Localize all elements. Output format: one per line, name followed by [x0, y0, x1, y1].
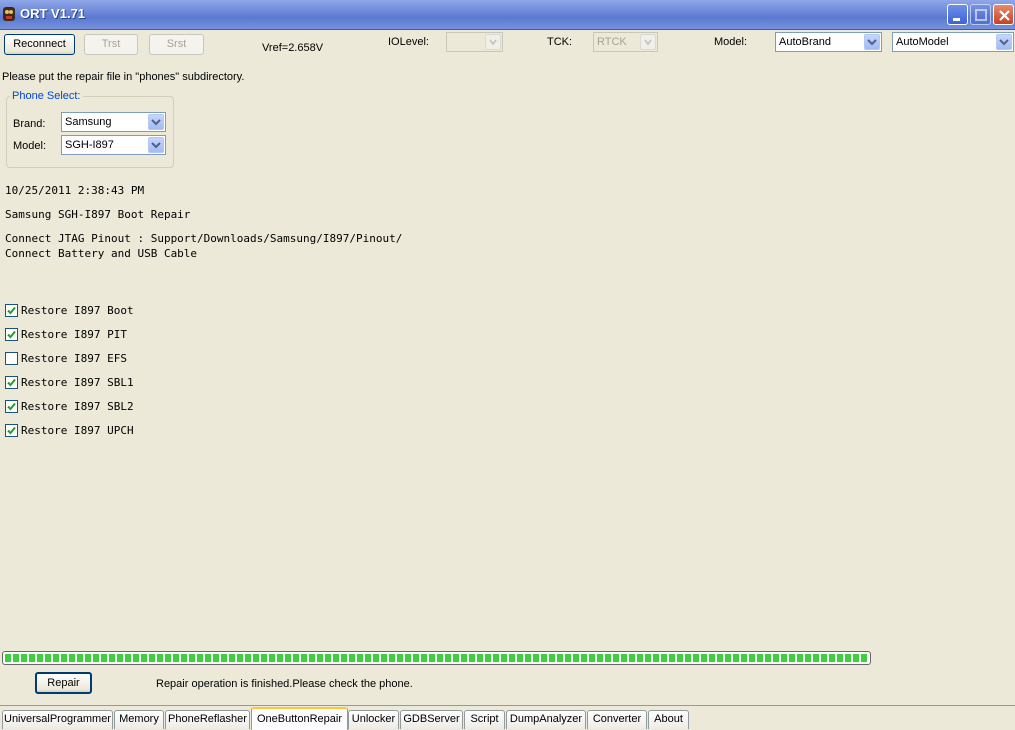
- restore-checkbox[interactable]: [5, 328, 18, 341]
- iolevel-label: IOLevel:: [388, 36, 429, 48]
- auto-brand-value: AutoBrand: [779, 36, 831, 48]
- app-icon: [3, 7, 15, 21]
- srst-button[interactable]: Srst: [149, 34, 204, 55]
- restore-checkbox-label[interactable]: Restore I897 UPCH: [21, 424, 134, 437]
- trst-button[interactable]: Trst: [84, 34, 138, 55]
- progress-bar: [2, 651, 871, 665]
- minimize-icon: [953, 18, 960, 21]
- log-line-battery: Connect Battery and USB Cable: [5, 247, 198, 260]
- minimize-button[interactable]: [947, 4, 968, 25]
- maximize-icon: [975, 9, 987, 21]
- restore-checkbox-label[interactable]: Restore I897 SBL2: [21, 400, 134, 413]
- chevron-down-icon: [485, 34, 501, 50]
- chevron-down-icon: [148, 114, 164, 130]
- close-button[interactable]: [993, 4, 1014, 25]
- checkmark-icon: [7, 330, 16, 339]
- tck-value: RTCK: [597, 36, 627, 48]
- progress-fill: [5, 654, 868, 662]
- tab-phonereflasher[interactable]: PhoneReflasher: [165, 710, 250, 729]
- tab-about[interactable]: About: [648, 710, 689, 729]
- checkmark-icon: [7, 402, 16, 411]
- window-title: ORT V1.71: [20, 6, 86, 21]
- tab-converter[interactable]: Converter: [587, 710, 647, 729]
- model-select-label: Model:: [13, 140, 47, 152]
- auto-brand-select[interactable]: AutoBrand: [775, 32, 882, 52]
- model-value: SGH-I897: [65, 139, 114, 151]
- repair-button[interactable]: Repair: [35, 672, 92, 694]
- phone-select-title: Phone Select:: [10, 90, 83, 102]
- checkmark-icon: [7, 378, 16, 387]
- reconnect-button[interactable]: Reconnect: [4, 34, 75, 55]
- chevron-down-icon: [996, 34, 1012, 50]
- brand-select[interactable]: Samsung: [61, 112, 166, 132]
- instructions-text: Please put the repair file in "phones" s…: [2, 71, 245, 83]
- tab-dumpanalyzer[interactable]: DumpAnalyzer: [506, 710, 586, 729]
- restore-checkbox-label[interactable]: Restore I897 Boot: [21, 304, 134, 317]
- brand-label: Brand:: [13, 118, 46, 130]
- tab-bar: UniversalProgrammer Memory PhoneReflasher O…: [0, 705, 1015, 730]
- model-label: Model:: [714, 36, 748, 48]
- checkmark-icon: [7, 306, 16, 315]
- log-heading: Samsung SGH-I897 Boot Repair: [5, 208, 191, 221]
- chevron-down-icon: [864, 34, 880, 50]
- chevron-down-icon: [148, 137, 164, 153]
- brand-value: Samsung: [65, 116, 112, 128]
- restore-checkbox[interactable]: [5, 352, 18, 365]
- restore-checkbox-label[interactable]: Restore I897 PIT: [21, 328, 127, 341]
- model-select[interactable]: SGH-I897: [61, 135, 166, 155]
- tab-unlocker[interactable]: Unlocker: [348, 710, 399, 729]
- tck-select[interactable]: RTCK: [593, 32, 658, 52]
- restore-checkbox-label[interactable]: Restore I897 SBL1: [21, 376, 134, 389]
- auto-model-select[interactable]: AutoModel: [892, 32, 1014, 52]
- close-icon: [999, 10, 1010, 21]
- tab-script[interactable]: Script: [464, 710, 505, 729]
- title-bar[interactable]: ORT V1.71: [0, 0, 1015, 30]
- vref-readout: Vref=2.658V: [262, 42, 324, 54]
- tab-memory[interactable]: Memory: [114, 710, 164, 729]
- log-timestamp: 10/25/2011 2:38:43 PM: [5, 184, 145, 197]
- restore-checkbox[interactable]: [5, 400, 18, 413]
- chevron-down-icon: [640, 34, 656, 50]
- restore-checkbox[interactable]: [5, 376, 18, 389]
- log-line-pinout: Connect JTAG Pinout : Support/Downloads/…: [5, 232, 403, 245]
- iolevel-select[interactable]: [446, 32, 503, 52]
- tab-gdbserver[interactable]: GDBServer: [400, 710, 463, 729]
- status-text: Repair operation is finished.Please chec…: [156, 678, 413, 690]
- phone-select-group: [6, 96, 174, 168]
- auto-model-value: AutoModel: [896, 36, 949, 48]
- restore-checkbox[interactable]: [5, 424, 18, 437]
- tab-onebuttonrepair[interactable]: OneButtonRepair: [251, 707, 348, 730]
- tab-universalprogrammer[interactable]: UniversalProgrammer: [2, 710, 113, 729]
- maximize-button[interactable]: [970, 4, 991, 25]
- tck-label: TCK:: [547, 36, 573, 48]
- restore-checkbox-label[interactable]: Restore I897 EFS: [21, 352, 127, 365]
- checkmark-icon: [7, 426, 16, 435]
- restore-checkbox[interactable]: [5, 304, 18, 317]
